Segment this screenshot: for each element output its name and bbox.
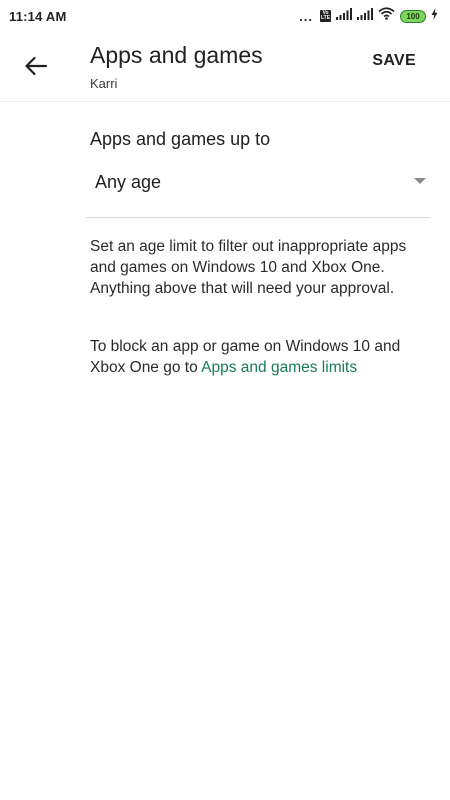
page-title: Apps and games xyxy=(90,42,263,68)
screen: 11:14 AM ... Vo LTE 100 Apps and games K… xyxy=(0,0,450,800)
status-icons: ... Vo LTE 100 xyxy=(299,7,438,25)
account-name: Karri xyxy=(90,76,118,91)
block-app-text: To block an app or game on Windows 10 an… xyxy=(90,336,420,378)
notification-dots: ... xyxy=(299,8,313,24)
status-bar: 11:14 AM ... Vo LTE 100 xyxy=(0,0,450,32)
status-time: 11:14 AM xyxy=(9,8,67,24)
age-limit-description: Set an age limit to filter out inappropr… xyxy=(90,238,407,297)
volte-icon: Vo LTE xyxy=(320,10,331,22)
battery-icon: 100 xyxy=(400,9,426,23)
signal-icon xyxy=(336,7,352,25)
age-limit-dropdown[interactable]: Any age xyxy=(86,160,430,218)
dropdown-arrow-icon xyxy=(414,178,426,184)
back-arrow-icon xyxy=(25,56,48,76)
charging-icon xyxy=(431,7,438,25)
wifi-icon xyxy=(378,7,395,25)
section-label: Apps and games up to xyxy=(90,129,271,149)
save-button[interactable]: SAVE xyxy=(372,52,416,70)
back-button[interactable] xyxy=(22,52,50,80)
selected-age-value: Any age xyxy=(95,172,162,192)
apps-and-games-limits-link[interactable]: Apps and games limits xyxy=(201,359,357,376)
app-bar: Apps and games Karri SAVE xyxy=(0,32,450,102)
signal-icon-2 xyxy=(357,7,373,25)
